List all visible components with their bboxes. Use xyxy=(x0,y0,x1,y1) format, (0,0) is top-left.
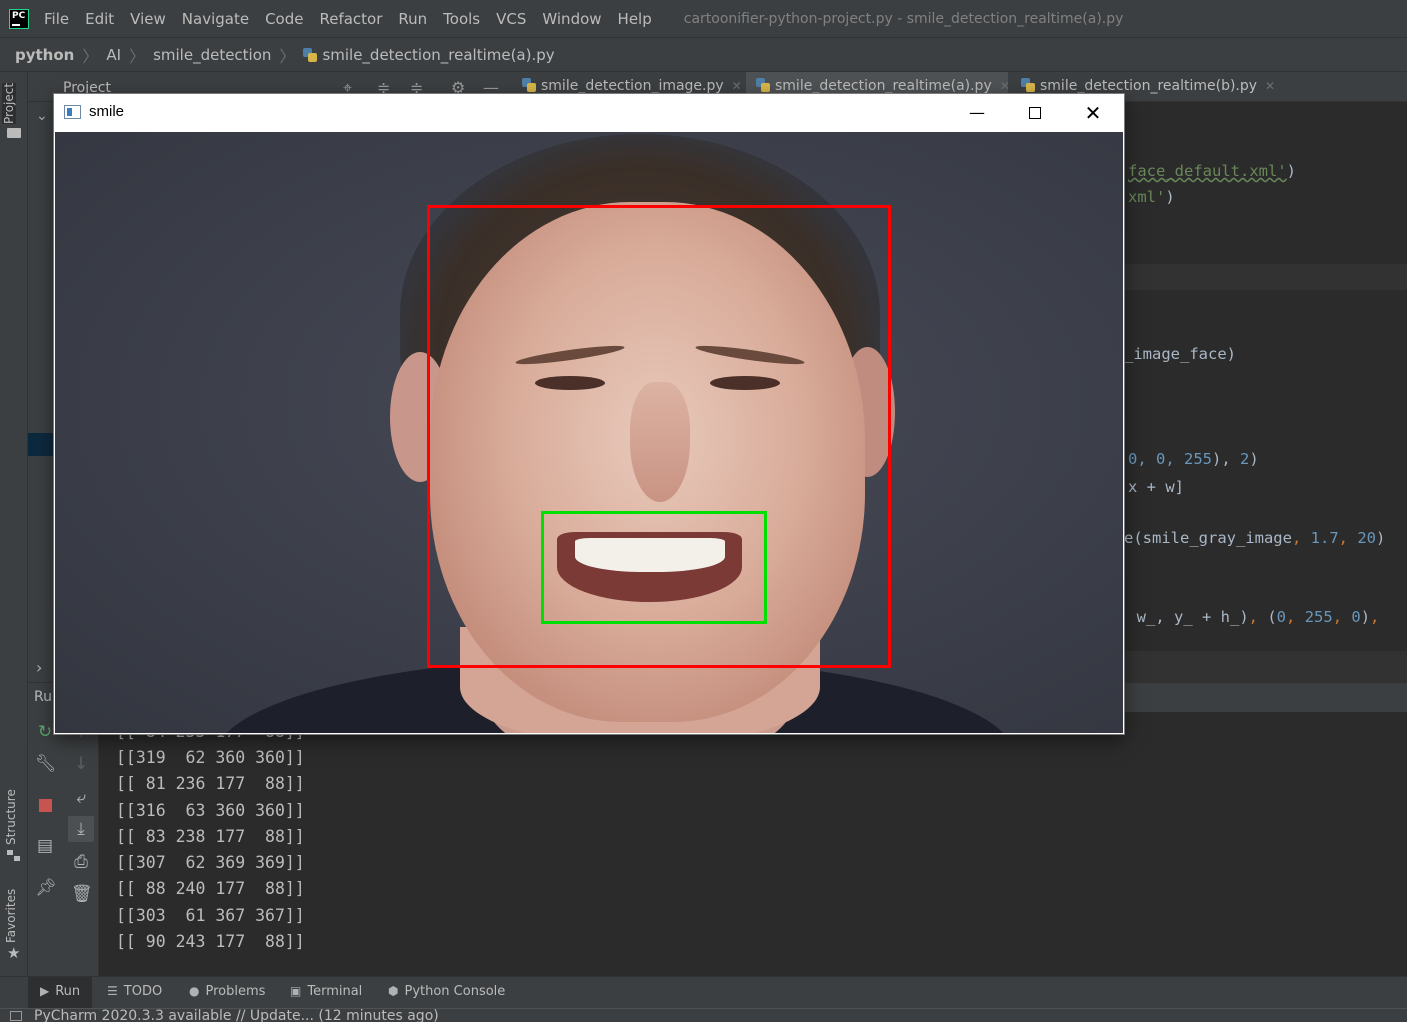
breadcrumb-folder-ai[interactable]: AI xyxy=(106,46,121,64)
breadcrumb-project[interactable]: python xyxy=(15,46,74,64)
menu-file[interactable]: File xyxy=(44,10,69,28)
menu-run[interactable]: Run xyxy=(398,10,427,28)
rerun-icon[interactable]: ↻ xyxy=(35,722,55,742)
menu-bar: PC File Edit View Navigate Code Refactor… xyxy=(0,0,1407,37)
console-line: [[303 61 367 367]] xyxy=(116,906,305,925)
console-line: [[316 63 360 360]] xyxy=(116,801,305,820)
breadcrumb-file[interactable]: smile_detection_realtime(a).py xyxy=(322,46,554,64)
scroll-to-end-icon[interactable]: ⤓ xyxy=(68,816,94,842)
stop-icon[interactable] xyxy=(35,795,55,815)
bottom-tab-run[interactable]: ▶ Run xyxy=(40,984,80,999)
star-icon: ★ xyxy=(7,944,21,962)
breadcrumb-separator-icon: 〉 xyxy=(82,46,99,66)
menu-window[interactable]: Window xyxy=(542,10,601,28)
close-icon[interactable]: ✕ xyxy=(1265,79,1275,93)
chevron-down-icon[interactable]: ⌄ xyxy=(36,108,48,124)
tab-smile-detection-realtime-b[interactable]: smile_detection_realtime(b).py ✕ xyxy=(1021,78,1275,94)
close-icon[interactable]: ✕ xyxy=(732,79,742,93)
code-line: _image_face) xyxy=(1124,345,1236,363)
arrow-down-icon[interactable]: ↓ xyxy=(71,754,91,774)
smile-window: smile — ✕ xyxy=(54,94,1124,734)
bottom-tab-python-console[interactable]: ⬢ Python Console xyxy=(388,984,505,999)
soft-wrap-icon[interactable]: ⤶ xyxy=(71,788,91,808)
python-file-icon xyxy=(1021,78,1035,92)
smile-detection-box xyxy=(541,511,767,624)
menu-tools[interactable]: Tools xyxy=(443,10,480,28)
chevron-right-icon[interactable]: › xyxy=(36,658,42,677)
window-title: cartoonifier-python-project.py - smile_d… xyxy=(683,10,1124,27)
console-line: [[319 62 360 360]] xyxy=(116,748,305,767)
play-icon: ▶ xyxy=(40,984,50,998)
editor-separator xyxy=(1124,264,1407,290)
tab-smile-detection-image[interactable]: smile_detection_image.py ✕ xyxy=(522,78,742,94)
editor-separator xyxy=(1124,651,1407,682)
close-icon[interactable]: ✕ xyxy=(1064,94,1122,132)
code-line: e(smile_gray_image, 1.7, 20) xyxy=(1124,529,1386,547)
structure-icon xyxy=(7,850,21,862)
toggle-tool-windows-icon[interactable] xyxy=(10,1011,22,1021)
folder-icon xyxy=(7,128,21,138)
smile-window-titlebar[interactable]: smile — ✕ xyxy=(54,94,1124,132)
status-message[interactable]: PyCharm 2020.3.3 available // Update... … xyxy=(34,1008,439,1022)
menu-view[interactable]: View xyxy=(130,10,166,28)
window-app-icon xyxy=(64,105,81,119)
maximize-icon[interactable] xyxy=(1006,94,1064,132)
menu-vcs[interactable]: VCS xyxy=(496,10,526,28)
camera-frame-image xyxy=(55,132,1123,733)
code-line: 0, 0, 255), 2) xyxy=(1128,450,1259,468)
print-icon[interactable]: ⎙ xyxy=(71,852,91,872)
smile-window-title: smile xyxy=(89,103,125,120)
python-file-icon xyxy=(522,78,536,92)
tab-smile-detection-realtime-a[interactable]: smile_detection_realtime(a).py ✕ xyxy=(756,78,1010,94)
wrench-icon[interactable]: 🔧︎ xyxy=(35,754,57,774)
breadcrumb-folder-smile-detection[interactable]: smile_detection xyxy=(153,46,271,64)
tab-label: smile_detection_image.py xyxy=(541,78,724,94)
tab-label: smile_detection_realtime(b).py xyxy=(1040,78,1258,94)
run-toolbar-secondary xyxy=(63,712,99,976)
trash-icon[interactable]: 🗑︎ xyxy=(71,884,93,904)
breadcrumb: python 〉 AI 〉 smile_detection 〉 smile_de… xyxy=(0,37,1407,72)
structure-tool-button[interactable]: Structure xyxy=(4,789,18,845)
console-line: [[ 88 240 177 88]] xyxy=(116,879,305,898)
console-line: [[ 81 236 177 88]] xyxy=(116,774,305,793)
console-line: [[ 83 238 177 88]] xyxy=(116,827,305,846)
console-line: [[ 90 243 177 88]] xyxy=(116,932,305,951)
menu-navigate[interactable]: Navigate xyxy=(182,10,249,28)
code-line: xml') xyxy=(1128,188,1175,206)
code-line: , w_, y_ + h_), (0, 255, 0), xyxy=(1118,608,1380,626)
menu-edit[interactable]: Edit xyxy=(85,10,114,28)
close-icon[interactable]: ✕ xyxy=(1000,79,1010,93)
tab-label: smile_detection_realtime(a).py xyxy=(775,78,992,94)
python-icon: ⬢ xyxy=(388,984,399,998)
code-line: x + w] xyxy=(1128,478,1184,496)
pycharm-logo-icon: PC xyxy=(9,8,29,29)
menu-code[interactable]: Code xyxy=(265,10,303,28)
breadcrumb-separator-icon: 〉 xyxy=(279,46,296,66)
console-line: [[307 62 369 369]] xyxy=(116,853,305,872)
bottom-tab-terminal[interactable]: ▣ Terminal xyxy=(290,984,362,999)
layout-icon[interactable]: ▤ xyxy=(35,836,55,856)
terminal-icon: ▣ xyxy=(290,984,302,998)
project-tree-selection xyxy=(28,433,54,456)
minimize-icon[interactable]: — xyxy=(948,94,1006,132)
favorites-tool-button[interactable]: Favorites xyxy=(4,889,18,943)
bottom-tab-problems[interactable]: ● Problems xyxy=(189,984,265,999)
list-icon: ☰ xyxy=(107,984,118,998)
info-icon: ● xyxy=(189,984,200,998)
bottom-tab-todo[interactable]: ☰ TODO xyxy=(107,984,162,999)
python-file-icon xyxy=(303,47,318,62)
python-file-icon xyxy=(756,78,770,92)
pin-icon[interactable]: 📌︎ xyxy=(35,878,57,898)
project-tool-button[interactable]: Project xyxy=(2,82,16,124)
menu-refactor[interactable]: Refactor xyxy=(319,10,382,28)
breadcrumb-separator-icon: 〉 xyxy=(129,46,146,66)
menu-help[interactable]: Help xyxy=(618,10,652,28)
code-line: face_default.xml') xyxy=(1128,162,1296,180)
